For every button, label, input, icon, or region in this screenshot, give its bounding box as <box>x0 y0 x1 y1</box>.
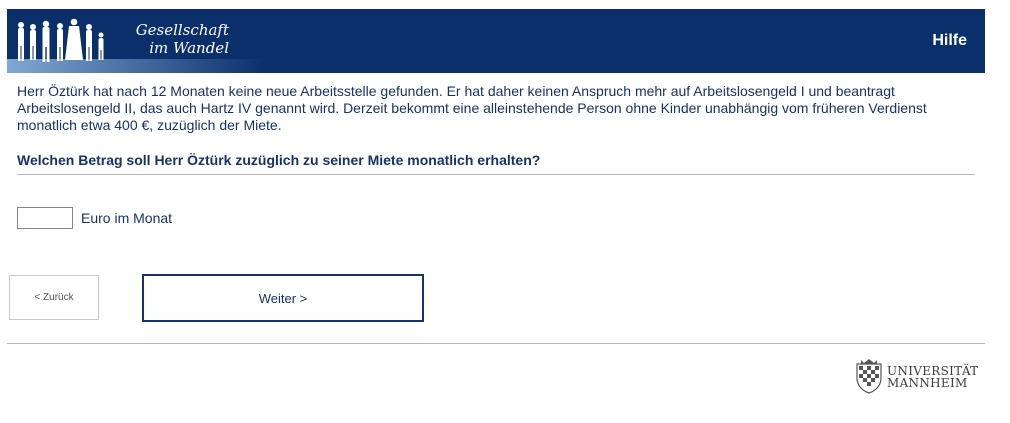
university-crest-icon <box>856 359 882 394</box>
people-silhouettes-icon <box>18 18 104 62</box>
back-button[interactable]: < Zurück <box>9 275 99 320</box>
header-banner: Gesellschaft im Wandel Hilfe <box>7 9 985 73</box>
footer-divider <box>7 343 985 344</box>
intro-text: Herr Öztürk hat nach 12 Monaten keine ne… <box>17 83 927 133</box>
logo-line2: im Wandel <box>149 39 229 57</box>
university-name-line2: MANNHEIM <box>887 376 968 390</box>
logo-line1: Gesellschaft <box>135 21 229 39</box>
help-link[interactable]: Hilfe <box>932 32 967 50</box>
amount-unit-label: Euro im Monat <box>81 210 173 226</box>
question-text: Welchen Betrag soll Herr Öztürk zuzüglic… <box>17 152 541 168</box>
divider <box>17 174 975 175</box>
amount-input[interactable] <box>17 207 73 229</box>
university-logo: UNIVERSITÄT MANNHEIM <box>853 356 993 396</box>
university-name: UNIVERSITÄT MANNHEIM <box>887 365 978 389</box>
next-button[interactable]: Weiter > <box>142 274 424 322</box>
project-logo: Gesellschaft im Wandel <box>117 21 229 57</box>
